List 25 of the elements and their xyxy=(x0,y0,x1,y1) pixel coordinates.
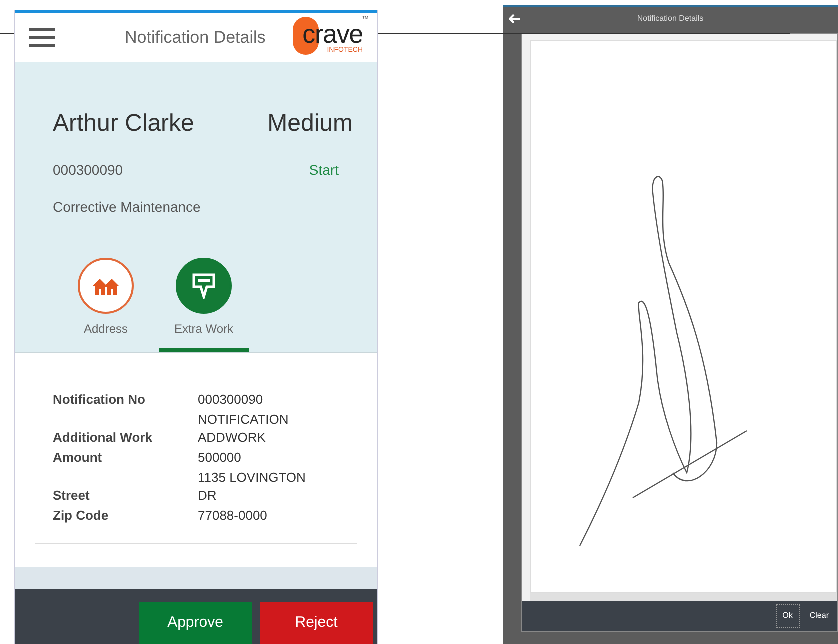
detail-value: 77088-0000 xyxy=(198,507,268,525)
dialog-button[interactable]: Ok xyxy=(776,604,800,628)
detail-value: NOTIFICATION ADDWORK xyxy=(198,411,290,447)
window-title: Notification Details xyxy=(636,13,705,25)
approve-button[interactable]: Approve xyxy=(139,602,252,644)
priority-label: Medium xyxy=(268,109,353,139)
notification-number: 000300090 xyxy=(53,161,124,180)
detail-label: Street xyxy=(53,487,91,505)
detail-label: Notification No xyxy=(53,391,146,409)
notification-type: Corrective Maintenance xyxy=(53,198,202,217)
customer-name: Arthur Clarke xyxy=(53,109,194,139)
reject-button[interactable]: Reject xyxy=(260,602,373,644)
detail-value: 500000 xyxy=(198,449,242,467)
detail-value: 000300090 xyxy=(198,391,264,409)
tab[interactable]: Address xyxy=(61,258,151,352)
detail-value: 1135 LOVINGTON DR xyxy=(198,469,307,505)
detail-label: Zip Code xyxy=(53,507,110,525)
menu-icon[interactable] xyxy=(29,26,55,48)
back-arrow-icon[interactable] xyxy=(509,14,521,24)
page-title: Notification Details xyxy=(125,26,266,49)
detail-label: Additional Work xyxy=(53,429,154,447)
tab[interactable]: Extra Work xyxy=(159,258,249,352)
status-label: Start xyxy=(309,161,339,180)
detail-label: Amount xyxy=(53,449,104,467)
dialog-button[interactable]: Clear xyxy=(804,604,835,628)
